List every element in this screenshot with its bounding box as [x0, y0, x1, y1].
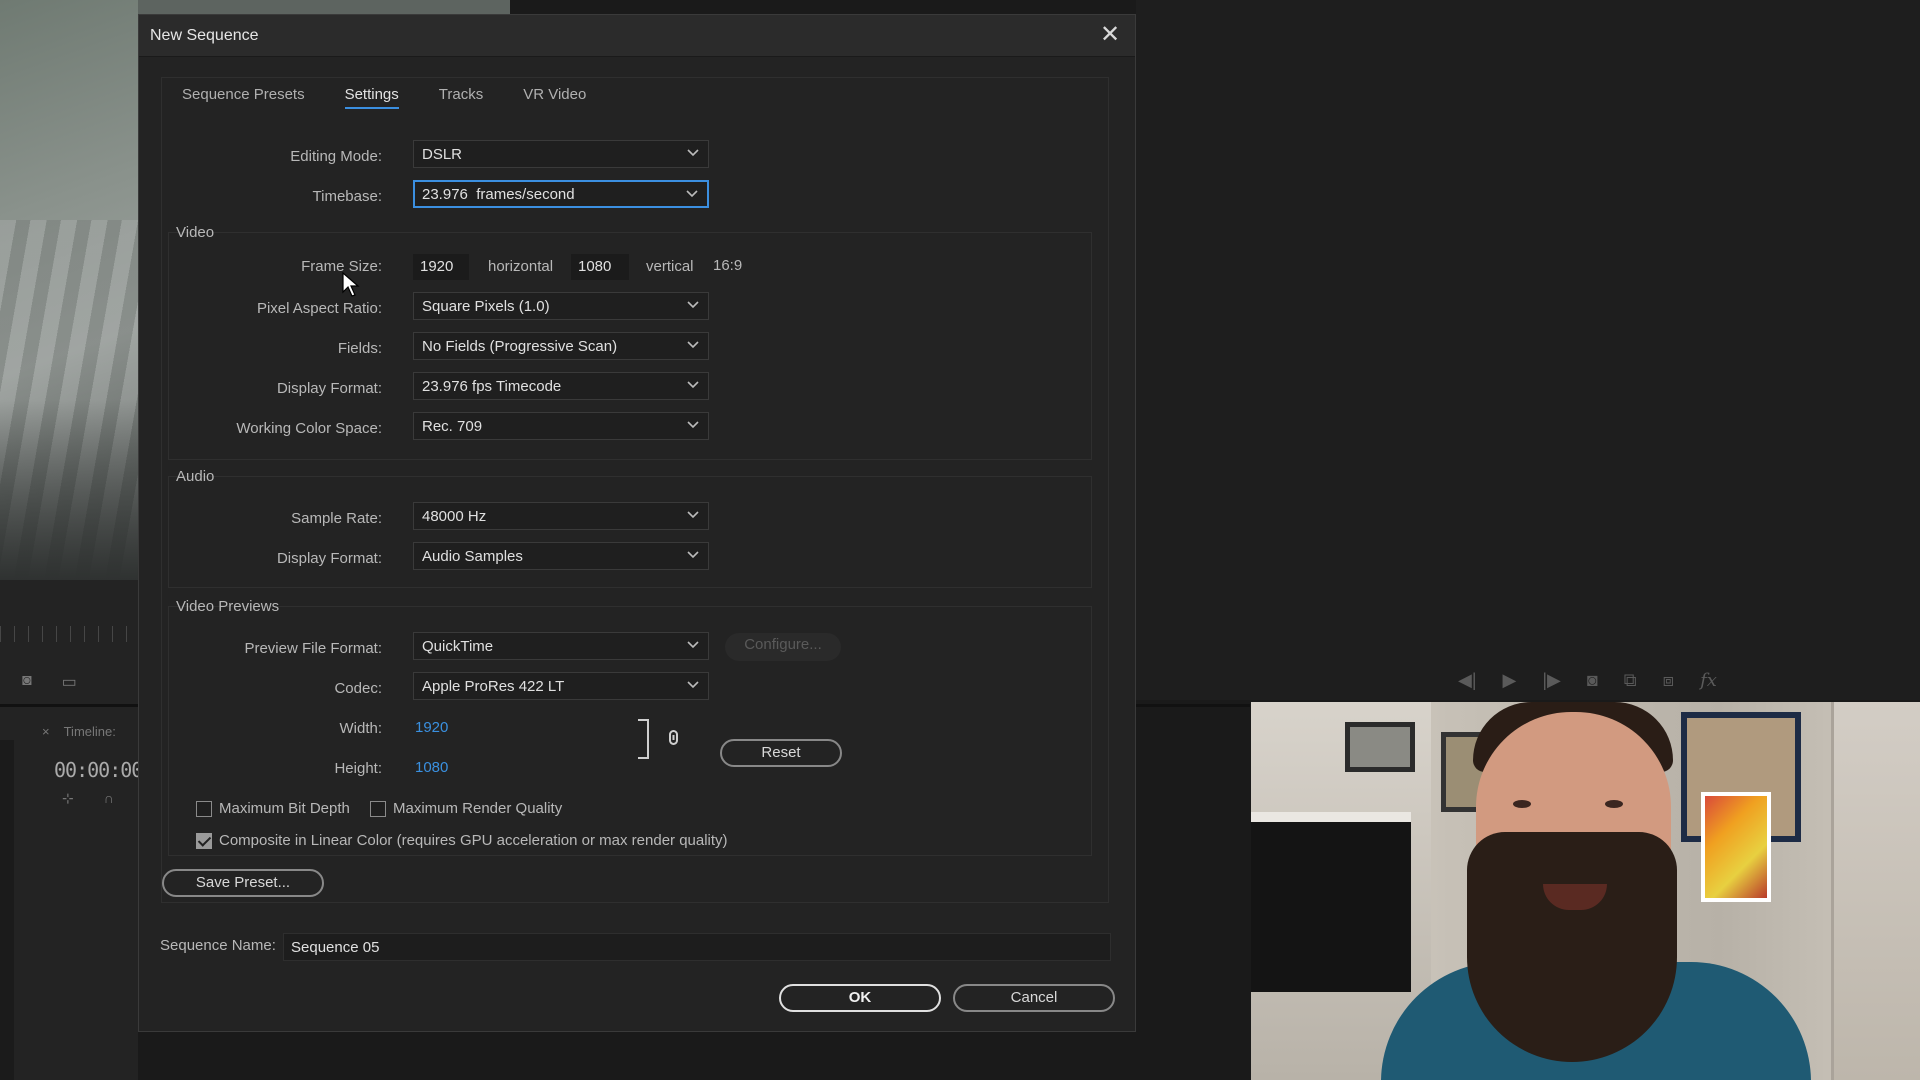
compare-icon[interactable]: ▭: [62, 672, 77, 692]
frame-width-field[interactable]: 1920: [413, 254, 469, 280]
step-back-icon[interactable]: ◀|: [1458, 670, 1477, 691]
working-color-space-select[interactable]: Rec. 709: [413, 412, 709, 440]
maximum-bit-depth-checkbox[interactable]: Maximum Bit Depth: [196, 800, 350, 817]
preview-width-label: Width:: [339, 720, 382, 737]
television: [1251, 812, 1411, 992]
frame-height-field[interactable]: 1080: [571, 254, 629, 280]
fields-select[interactable]: No Fields (Progressive Scan): [413, 332, 709, 360]
tab-sequence-presets[interactable]: Sequence Presets: [162, 78, 325, 108]
chevron-down-icon: [687, 641, 699, 649]
chevron-down-icon: [687, 301, 699, 309]
audio-section-title: Audio: [176, 468, 215, 485]
chevron-down-icon: [686, 190, 698, 198]
tab-vr-video[interactable]: VR Video: [503, 78, 606, 108]
video-previews-section-title: Video Previews: [176, 598, 280, 615]
fields-label: Fields:: [337, 340, 382, 357]
transport-controls: ◀| ▶ |▶ ◙ ⧉ ⧈ fx: [1458, 670, 1717, 691]
program-monitor-panel: [1136, 0, 1920, 700]
chevron-down-icon: [687, 551, 699, 559]
background-top-strip: [138, 0, 510, 14]
timeline-tools: ⊹ ∩: [62, 790, 114, 807]
dialog-title: New Sequence: [150, 27, 259, 44]
aspect-ratio-readout: 16:9: [713, 257, 743, 274]
video-section-title: Video: [176, 224, 215, 241]
editing-mode-select[interactable]: DSLR: [413, 140, 709, 168]
chevron-down-icon: [687, 149, 699, 157]
snap-icon[interactable]: ⊹: [62, 790, 74, 807]
fx-icon[interactable]: fx: [1700, 670, 1717, 691]
camera-icon[interactable]: ◙: [22, 672, 32, 692]
preview-height-value[interactable]: 1080: [415, 759, 448, 776]
audio-display-format-label: Display Format:: [276, 550, 382, 567]
new-sequence-dialog: New Sequence ✕ Sequence Presets Settings…: [138, 14, 1136, 1032]
cancel-button[interactable]: Cancel: [953, 984, 1115, 1012]
sample-rate-select[interactable]: 48000 Hz: [413, 502, 709, 530]
door: [1831, 702, 1920, 1080]
codec-label: Codec:: [334, 680, 382, 697]
timeline-tab-label: Timeline:: [63, 724, 116, 739]
checkbox-box[interactable]: [196, 832, 212, 849]
preview-file-format-label: Preview File Format:: [244, 640, 382, 657]
working-color-space-label: Working Color Space:: [236, 420, 382, 437]
magnet-icon[interactable]: ∩: [104, 790, 114, 807]
checkbox-box[interactable]: [196, 800, 212, 817]
maximum-render-quality-checkbox[interactable]: Maximum Render Quality: [370, 800, 562, 817]
project-panel: [0, 580, 138, 1080]
source-monitor-video: [0, 0, 138, 580]
timebase-label: Timebase:: [312, 188, 382, 205]
link-dimensions-icon[interactable]: [636, 718, 682, 762]
chevron-down-icon: [687, 341, 699, 349]
tab-settings[interactable]: Settings: [325, 78, 419, 109]
wall-artwork: [1701, 792, 1771, 902]
preview-file-format-select[interactable]: QuickTime: [413, 632, 709, 660]
tools-strip: [0, 740, 14, 1080]
settings-panel: Sequence Presets Settings Tracks VR Vide…: [161, 77, 1109, 903]
preview-height-label: Height:: [334, 760, 382, 777]
time-ruler: [0, 626, 138, 642]
checkbox-box[interactable]: [370, 800, 386, 817]
chevron-down-icon: [687, 421, 699, 429]
codec-select[interactable]: Apple ProRes 422 LT: [413, 672, 709, 700]
step-forward-icon[interactable]: |▶: [1542, 670, 1561, 691]
play-icon[interactable]: ▶: [1503, 670, 1517, 691]
ok-button[interactable]: OK: [779, 984, 941, 1012]
chevron-down-icon: [687, 381, 699, 389]
display-format-label: Display Format:: [276, 380, 382, 397]
frame-height-unit: vertical: [646, 258, 694, 275]
tab-bar: Sequence Presets Settings Tracks VR Vide…: [162, 78, 606, 109]
export-frame-icon[interactable]: ◙: [1587, 670, 1598, 691]
wall-picture: [1345, 722, 1415, 772]
monitor-controls: ◙ ▭: [22, 672, 77, 692]
save-preset-button[interactable]: Save Preset...: [162, 869, 324, 897]
presenter-beard: [1467, 832, 1677, 1062]
timeline-tab[interactable]: × Timeline:: [42, 724, 116, 739]
pixel-aspect-ratio-select[interactable]: Square Pixels (1.0): [413, 292, 709, 320]
insert-icon[interactable]: ⧉: [1624, 670, 1637, 691]
timeline-timecode[interactable]: 00:00:00: [54, 758, 143, 782]
chevron-down-icon: [687, 511, 699, 519]
reset-button[interactable]: Reset: [720, 739, 842, 767]
configure-button[interactable]: Configure...: [725, 633, 841, 661]
video-display-format-select[interactable]: 23.976 fps Timecode: [413, 372, 709, 400]
audio-display-format-select[interactable]: Audio Samples: [413, 542, 709, 570]
overwrite-icon[interactable]: ⧈: [1663, 670, 1674, 691]
sample-rate-label: Sample Rate:: [291, 510, 382, 527]
pixel-aspect-ratio-label: Pixel Aspect Ratio:: [256, 300, 382, 317]
editing-mode-label: Editing Mode:: [290, 148, 382, 165]
sequence-name-input[interactable]: Sequence 05: [283, 933, 1111, 961]
timebase-select[interactable]: 23.976 frames/second: [413, 180, 709, 208]
preview-width-value[interactable]: 1920: [415, 719, 448, 736]
close-icon[interactable]: ×: [42, 724, 50, 739]
close-icon[interactable]: ✕: [1097, 23, 1123, 49]
frame-width-unit: horizontal: [488, 258, 554, 275]
chevron-down-icon: [687, 681, 699, 689]
mouse-cursor-icon: [342, 272, 360, 297]
composite-linear-color-checkbox[interactable]: Composite in Linear Color (requires GPU …: [196, 832, 728, 849]
webcam-overlay: [1251, 702, 1920, 1080]
dialog-titlebar[interactable]: New Sequence ✕: [139, 15, 1135, 57]
sequence-name-label: Sequence Name:: [160, 937, 276, 954]
tab-tracks[interactable]: Tracks: [419, 78, 503, 108]
